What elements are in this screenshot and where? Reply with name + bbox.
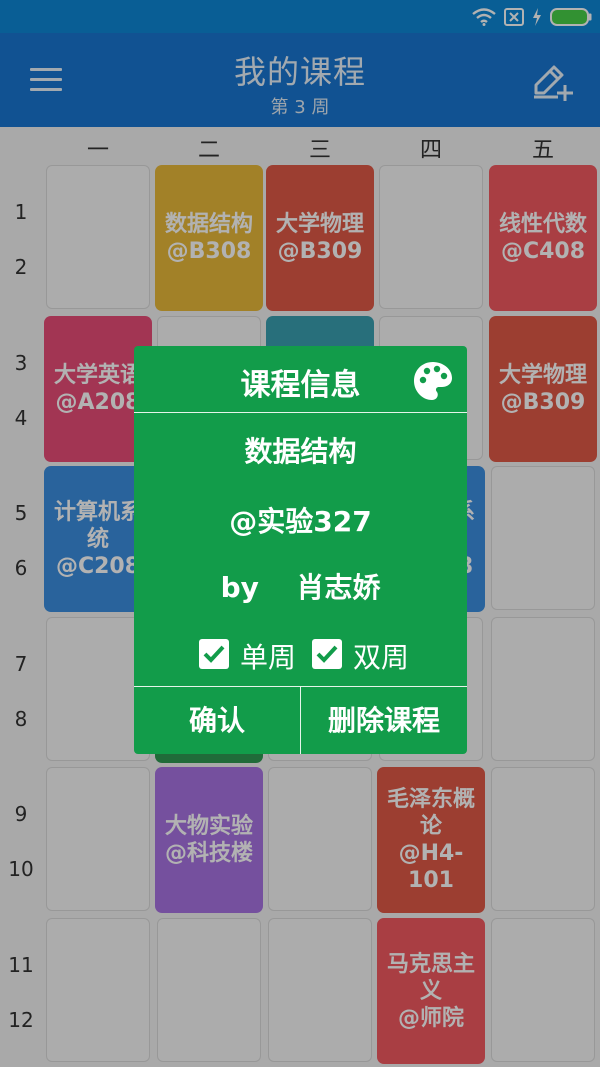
teacher-name: 肖志娇 — [296, 571, 381, 604]
double-week-checkbox[interactable] — [312, 639, 342, 669]
single-week-checkbox[interactable] — [199, 639, 229, 669]
week-type-row: 单周 双周 — [134, 634, 467, 674]
single-week-label: 单周 — [240, 641, 297, 674]
double-week-label: 双周 — [353, 641, 410, 674]
dialog-divider — [134, 412, 467, 413]
check-icon — [316, 645, 338, 663]
dialog-teacher-line: by 肖志娇 — [134, 566, 467, 606]
by-label: by — [220, 571, 259, 604]
confirm-button[interactable]: 确认 — [134, 687, 300, 754]
course-info-dialog: 课程信息 数据结构 @实验327 by 肖志娇 单周 双周 确认 删除课程 — [134, 346, 467, 754]
palette-icon[interactable] — [412, 360, 454, 402]
check-icon — [203, 645, 225, 663]
delete-course-button[interactable]: 删除课程 — [301, 687, 467, 754]
dialog-course-name: 数据结构 — [244, 435, 357, 468]
dialog-course-room: @实验327 — [229, 505, 372, 538]
